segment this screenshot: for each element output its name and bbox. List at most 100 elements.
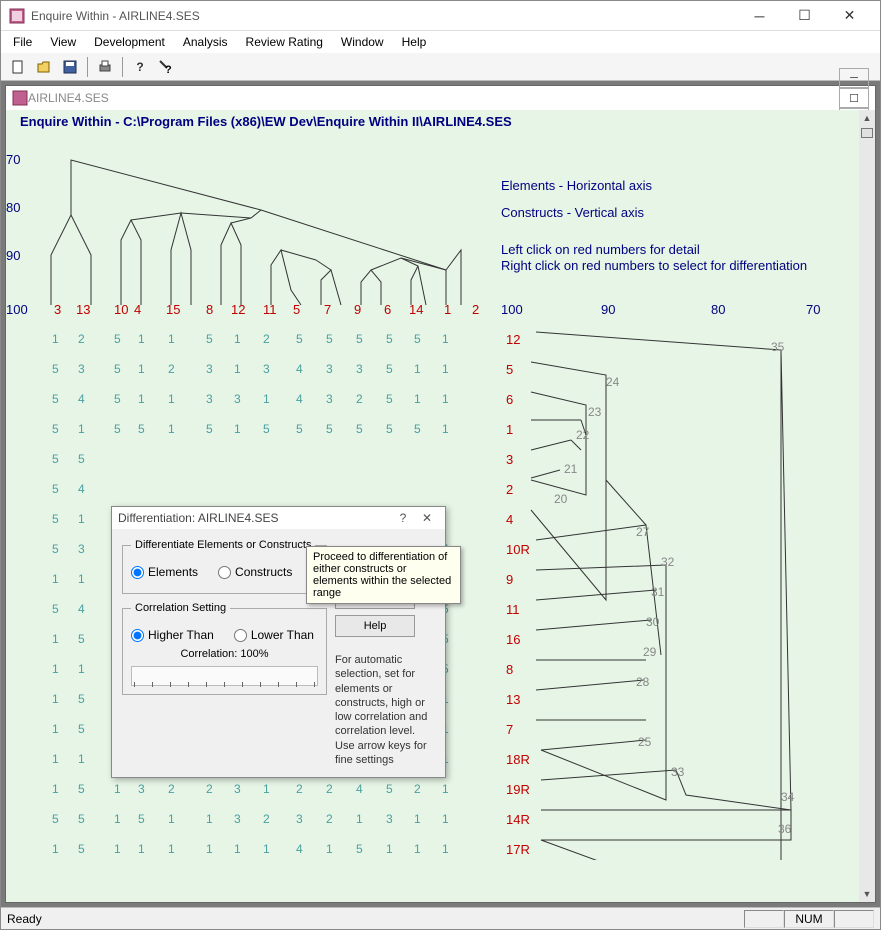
grid-cell: 1 [138, 842, 145, 856]
child-titlebar: AIRLINE4.SES ─ ☐ ✕ [6, 86, 875, 110]
grid-cell: 4 [296, 392, 303, 406]
group2-legend: Correlation Setting [131, 602, 230, 614]
dialog-titlebar[interactable]: Differentiation: AIRLINE4.SES ? ✕ [112, 507, 445, 529]
grid-cell: 5 [296, 332, 303, 346]
element-11[interactable]: 11 [263, 302, 277, 317]
cluster-label: 28 [636, 675, 649, 689]
element-5[interactable]: 5 [293, 302, 300, 317]
grid-cell: 3 [326, 392, 333, 406]
auto-help-text: For automatic selection, set for element… [335, 653, 435, 767]
child-min-button[interactable]: ─ [839, 68, 869, 88]
vertical-scrollbar[interactable]: ▲ ▼ [859, 110, 875, 902]
dialog-help-icon[interactable]: ? [391, 511, 415, 525]
open-icon[interactable] [33, 56, 55, 78]
element-12[interactable]: 12 [231, 302, 245, 317]
menu-review[interactable]: Review Rating [238, 33, 331, 51]
child-window: AIRLINE4.SES ─ ☐ ✕ Enquire Within - C:\P… [5, 85, 876, 903]
element-4[interactable]: 4 [134, 302, 141, 317]
child-max-button[interactable]: ☐ [839, 88, 869, 108]
grid-cell: 1 [168, 422, 175, 436]
element-10[interactable]: 10 [114, 302, 128, 317]
info-elements: Elements - Horizontal axis [501, 178, 652, 193]
scroll-thumb[interactable] [861, 128, 873, 138]
construct-8[interactable]: 8 [506, 662, 513, 677]
menu-window[interactable]: Window [333, 33, 392, 51]
grid-cell: 2 [326, 782, 333, 796]
grid-cell: 4 [78, 392, 85, 406]
grid-cell: 5 [414, 332, 421, 346]
element-15[interactable]: 15 [166, 302, 180, 317]
element-2[interactable]: 2 [472, 302, 479, 317]
grid-cell: 1 [442, 812, 449, 826]
element-14[interactable]: 14 [409, 302, 423, 317]
help-button[interactable]: Help [335, 615, 415, 637]
grid-cell: 1 [234, 842, 241, 856]
maximize-button[interactable]: ☐ [782, 2, 827, 30]
menu-view[interactable]: View [42, 33, 84, 51]
context-help-icon[interactable]: ? [155, 56, 177, 78]
element-1[interactable]: 1 [444, 302, 451, 317]
menu-analysis[interactable]: Analysis [175, 33, 236, 51]
grid-cell: 1 [234, 332, 241, 346]
cluster-label: 35 [771, 340, 784, 354]
menu-file[interactable]: File [5, 33, 40, 51]
radio-constructs[interactable]: Constructs [218, 565, 292, 579]
grid-cell: 2 [206, 782, 213, 796]
element-13[interactable]: 13 [76, 302, 90, 317]
construct-1[interactable]: 1 [506, 422, 513, 437]
grid-cell: 1 [442, 392, 449, 406]
radio-higher[interactable]: Higher Than [131, 628, 214, 642]
rscale-80: 80 [711, 302, 725, 317]
close-button[interactable]: ✕ [827, 2, 872, 30]
construct-5[interactable]: 5 [506, 362, 513, 377]
construct-2[interactable]: 2 [506, 482, 513, 497]
element-3[interactable]: 3 [54, 302, 61, 317]
differentiate-group: Differentiate Elements or Constructs Ele… [122, 539, 327, 594]
grid-cell: 2 [263, 332, 270, 346]
construct-6[interactable]: 6 [506, 392, 513, 407]
element-9[interactable]: 9 [354, 302, 361, 317]
grid-cell: 1 [414, 812, 421, 826]
radio-elements[interactable]: Elements [131, 565, 198, 579]
grid-cell: 1 [206, 812, 213, 826]
grid-cell: 5 [296, 422, 303, 436]
grid-cell: 5 [78, 782, 85, 796]
grid-cell: 5 [78, 812, 85, 826]
dialog-close-icon[interactable]: ✕ [415, 511, 439, 525]
print-icon[interactable] [94, 56, 116, 78]
cluster-label: 33 [671, 765, 684, 779]
grid-cell: 5 [386, 422, 393, 436]
child-title: AIRLINE4.SES [28, 91, 836, 105]
status-num: NUM [784, 910, 834, 928]
file-path: Enquire Within - C:\Program Files (x86)\… [20, 114, 512, 129]
element-7[interactable]: 7 [324, 302, 331, 317]
grid-cell: 5 [52, 542, 59, 556]
grid-cell: 2 [296, 782, 303, 796]
minimize-button[interactable]: ─ [737, 2, 782, 30]
help-icon[interactable]: ? [129, 56, 151, 78]
scroll-up-icon[interactable]: ▲ [859, 110, 875, 126]
menu-help[interactable]: Help [394, 33, 435, 51]
construct-7[interactable]: 7 [506, 722, 513, 737]
grid-cell: 1 [234, 362, 241, 376]
construct-9[interactable]: 9 [506, 572, 513, 587]
grid-cell: 5 [326, 332, 333, 346]
save-icon[interactable] [59, 56, 81, 78]
construct-3[interactable]: 3 [506, 452, 513, 467]
grid-cell: 1 [414, 362, 421, 376]
scroll-down-icon[interactable]: ▼ [859, 886, 875, 902]
grid-cell: 1 [326, 842, 333, 856]
grid-cell: 1 [414, 842, 421, 856]
grid-cell: 1 [168, 332, 175, 346]
correlation-slider[interactable] [131, 666, 318, 686]
element-8[interactable]: 8 [206, 302, 213, 317]
element-6[interactable]: 6 [384, 302, 391, 317]
construct-4[interactable]: 4 [506, 512, 513, 527]
grid-cell: 1 [356, 812, 363, 826]
radio-lower[interactable]: Lower Than [234, 628, 314, 642]
grid-cell: 3 [263, 362, 270, 376]
new-icon[interactable] [7, 56, 29, 78]
grid-cell: 5 [78, 692, 85, 706]
right-dendrogram [516, 320, 856, 860]
menu-development[interactable]: Development [86, 33, 173, 51]
